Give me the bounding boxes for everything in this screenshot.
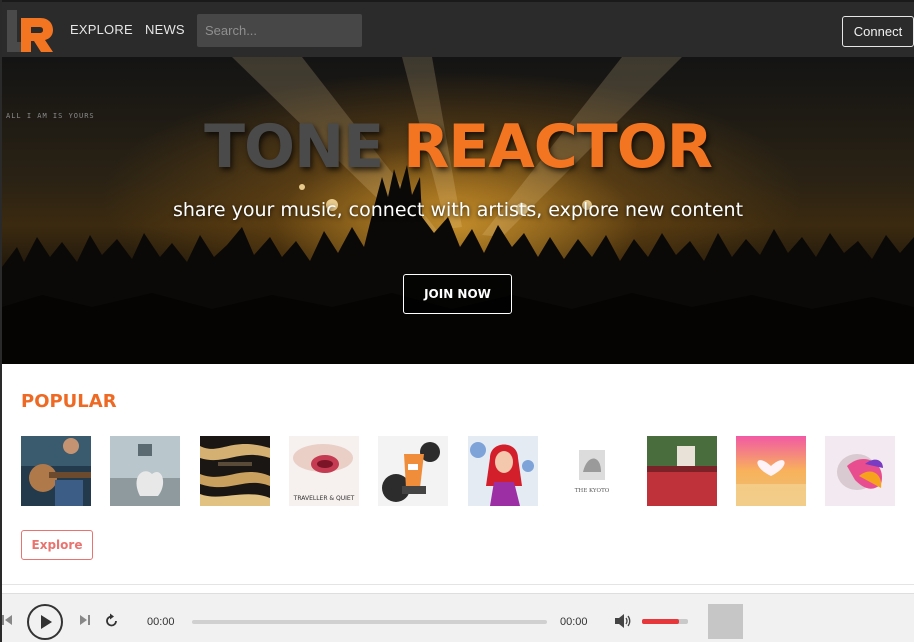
tone-reactor-logo[interactable] bbox=[4, 8, 54, 54]
hero-subtitle: share your music, connect with artists, … bbox=[172, 199, 744, 221]
popular-thumbnails: TRAVELLER & QUIET THE KYOTO bbox=[21, 436, 901, 506]
skip-forward-icon[interactable] bbox=[78, 613, 92, 627]
hero-title: TONE REACTOR bbox=[2, 112, 914, 182]
volume-slider[interactable] bbox=[642, 619, 688, 624]
album-thumbnail[interactable]: TRAVELLER & QUIET bbox=[289, 436, 359, 506]
join-now-button[interactable]: JOIN NOW bbox=[403, 274, 512, 314]
duration-time: 00:00 bbox=[560, 616, 588, 628]
album-thumbnail[interactable] bbox=[825, 436, 895, 506]
play-button[interactable] bbox=[27, 604, 63, 640]
thumbnail-lettering: TRAVELLER & QUIET bbox=[293, 495, 355, 502]
play-icon bbox=[41, 615, 52, 629]
explore-button[interactable]: Explore bbox=[21, 530, 93, 560]
album-thumbnail[interactable] bbox=[110, 436, 180, 506]
skip-back-icon[interactable] bbox=[0, 613, 14, 627]
volume-fill bbox=[642, 619, 679, 624]
hero-title-part2: REACTOR bbox=[403, 112, 713, 182]
popular-heading: POPULAR bbox=[21, 391, 117, 412]
album-thumbnail[interactable] bbox=[647, 436, 717, 506]
album-thumbnail[interactable] bbox=[736, 436, 806, 506]
album-thumbnail[interactable] bbox=[378, 436, 448, 506]
album-thumbnail[interactable]: THE KYOTO bbox=[557, 436, 627, 506]
page: EXPLORE NEWS Connect ALL I AM IS YOURS T… bbox=[0, 0, 914, 642]
now-playing-artwork bbox=[708, 604, 743, 639]
search-input[interactable] bbox=[197, 14, 362, 47]
connect-button[interactable]: Connect bbox=[842, 16, 914, 47]
audio-player: 00:00 00:00 bbox=[2, 593, 914, 642]
album-thumbnail[interactable] bbox=[21, 436, 91, 506]
current-time: 00:00 bbox=[147, 616, 175, 628]
thumbnail-lettering: THE KYOTO bbox=[575, 488, 610, 494]
navbar: EXPLORE NEWS Connect bbox=[2, 0, 914, 57]
volume-icon[interactable] bbox=[614, 613, 632, 629]
album-thumbnail[interactable] bbox=[200, 436, 270, 506]
nav-explore-link[interactable]: EXPLORE bbox=[70, 22, 133, 37]
hero-banner: ALL I AM IS YOURS TONE REACTOR share you… bbox=[2, 57, 914, 364]
hero-title-part1: TONE bbox=[204, 112, 384, 182]
progress-bar[interactable] bbox=[192, 620, 547, 624]
repeat-icon[interactable] bbox=[104, 613, 120, 629]
section-divider bbox=[2, 584, 914, 585]
album-thumbnail[interactable] bbox=[468, 436, 538, 506]
nav-news-link[interactable]: NEWS bbox=[145, 22, 185, 37]
